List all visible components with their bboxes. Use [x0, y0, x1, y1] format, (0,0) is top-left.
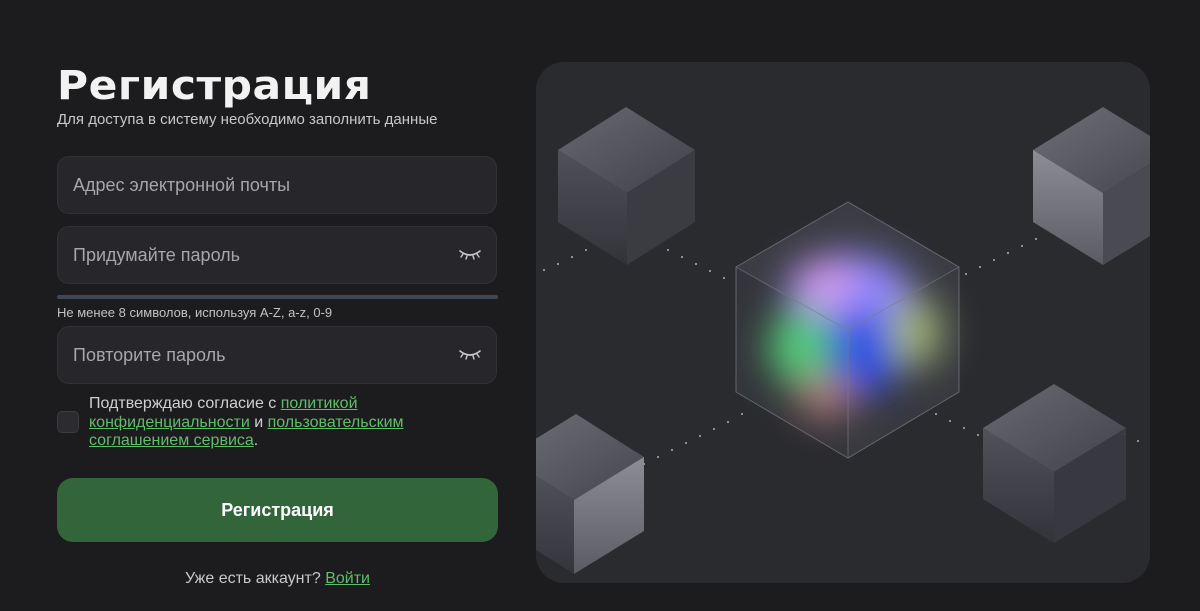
email-input[interactable] [58, 157, 433, 213]
consent-middle: и [249, 413, 268, 431]
connector-left-bottom [642, 412, 744, 466]
consent-text: Подтверждаю согласие с политикой конфиде… [89, 395, 449, 451]
consent-checkbox[interactable] [57, 411, 79, 433]
email-field[interactable] [57, 156, 497, 214]
registration-form: Регистрация Для доступа в систему необхо… [57, 62, 499, 587]
repeat-password-input[interactable] [58, 327, 433, 383]
form-fields: Не менее 8 символов, используя A-Z, a-z,… [57, 62, 499, 602]
password-input[interactable] [58, 227, 433, 283]
cube-bottom-right [983, 384, 1126, 543]
eye-closed-icon[interactable] [458, 247, 482, 263]
cube-top-right [1033, 107, 1150, 265]
password-strength-bar [57, 295, 498, 299]
password-field[interactable] [57, 226, 497, 284]
illustration-panel [536, 62, 1150, 583]
login-prompt: Уже есть аккаунт? Войти [57, 570, 498, 588]
central-glass-cube [735, 201, 960, 459]
login-prompt-text: Уже есть аккаунт? [185, 570, 326, 587]
login-link[interactable]: Войти [325, 570, 370, 587]
eye-closed-icon[interactable] [458, 347, 482, 363]
password-hint: Не менее 8 символов, используя A-Z, a-z,… [57, 305, 333, 320]
consent-prefix: Подтверждаю согласие с [89, 395, 281, 412]
register-button[interactable]: Регистрация [57, 478, 498, 542]
repeat-password-field[interactable] [57, 326, 497, 384]
blockchain-illustration [536, 107, 1150, 574]
consent-suffix: . [253, 432, 259, 449]
cube-top-left [558, 107, 695, 265]
connector-right-top [964, 237, 1038, 276]
cube-bottom-left [536, 414, 644, 574]
